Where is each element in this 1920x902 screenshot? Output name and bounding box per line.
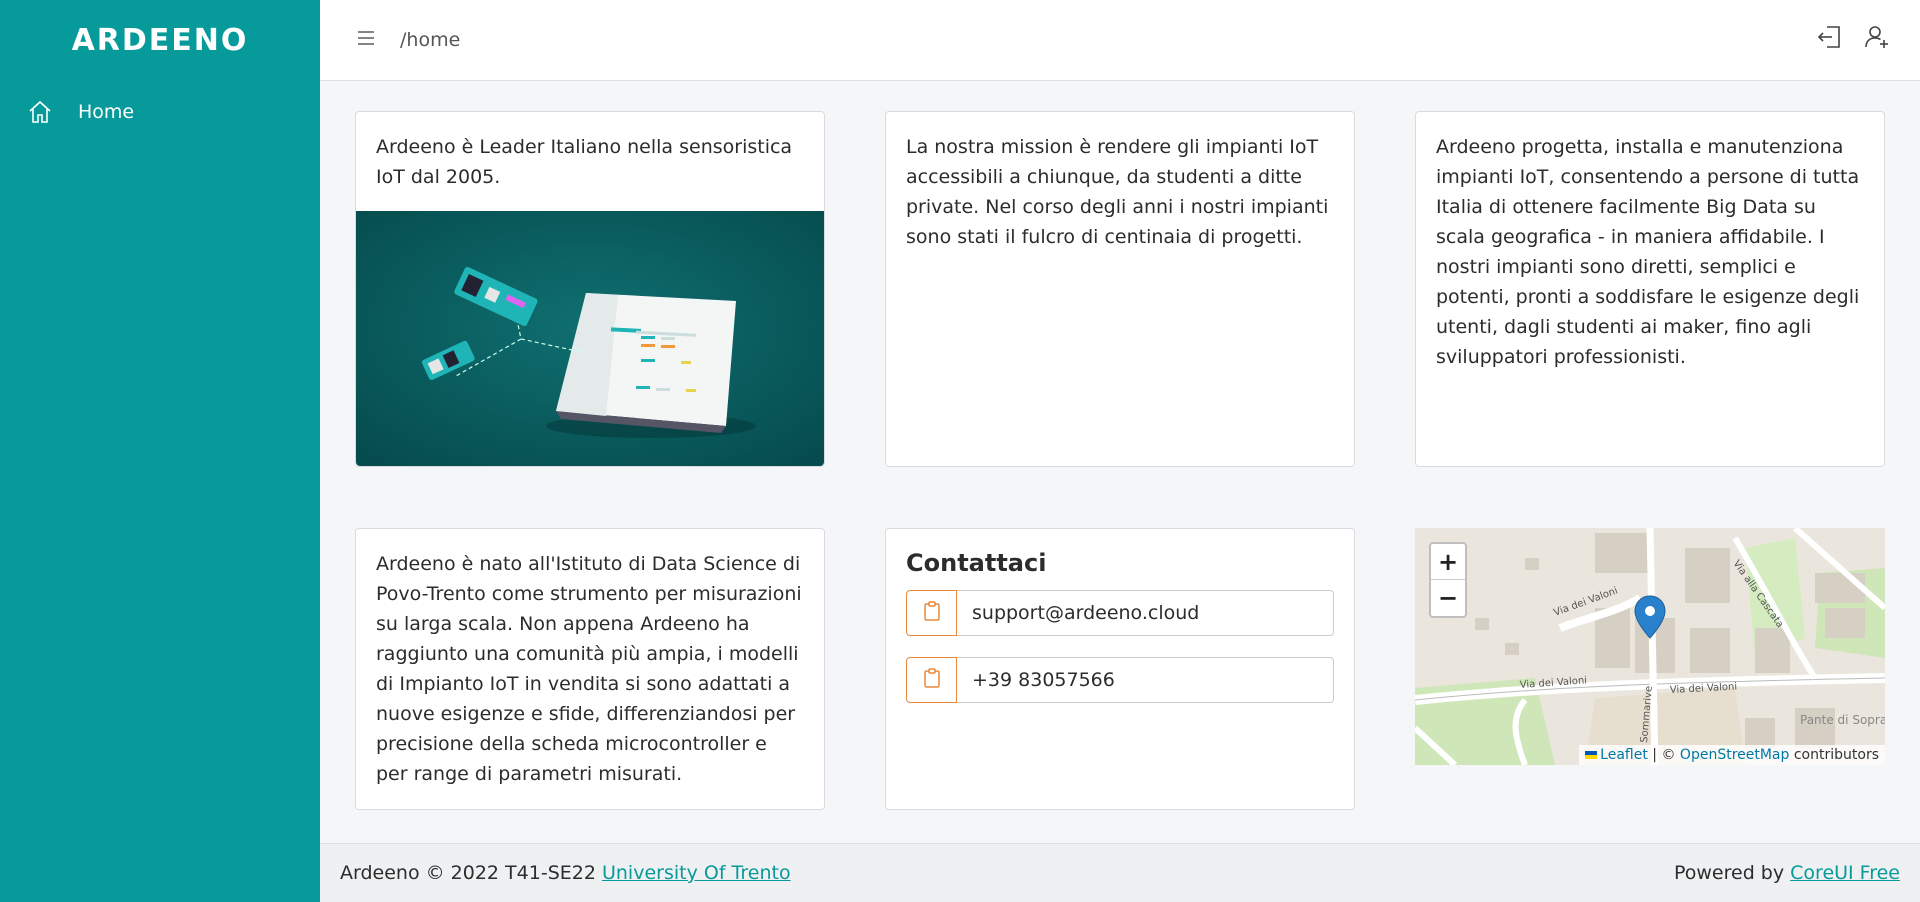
copy-email-button[interactable] bbox=[906, 590, 957, 636]
footer: Ardeeno © 2022 T41-SE22 University Of Tr… bbox=[320, 843, 1920, 902]
copy-phone-button[interactable] bbox=[906, 657, 957, 703]
clipboard-icon bbox=[923, 601, 941, 625]
add-user-icon bbox=[1863, 23, 1891, 55]
zoom-out-button[interactable]: − bbox=[1431, 580, 1465, 616]
phone-field[interactable] bbox=[957, 657, 1334, 703]
email-field[interactable] bbox=[957, 590, 1334, 636]
sidebar: ARDEENO Home bbox=[0, 0, 320, 902]
clipboard-icon bbox=[923, 668, 941, 692]
intro-card: Ardeeno è Leader Italiano nella sensoris… bbox=[355, 111, 825, 467]
breadcrumb: /home bbox=[400, 29, 461, 51]
map[interactable]: Via dei Valoni Via dei Valoni Via dei Va… bbox=[1415, 528, 1885, 765]
map-attribution: Leaflet | © OpenStreetMap contributors bbox=[1579, 745, 1885, 765]
sidebar-item-home[interactable]: Home bbox=[0, 80, 320, 144]
logout-icon bbox=[1815, 23, 1843, 55]
mission-card: La nostra mission è rendere gli impianti… bbox=[885, 111, 1355, 467]
copyright-text: Ardeeno © 2022 T41-SE22 bbox=[340, 862, 596, 884]
leaflet-link[interactable]: Leaflet bbox=[1600, 747, 1648, 763]
add-user-button[interactable] bbox=[1862, 24, 1892, 54]
coreui-link[interactable]: CoreUI Free bbox=[1790, 862, 1900, 884]
history-text: Ardeeno è nato all'Istituto di Data Scie… bbox=[376, 553, 802, 785]
ukraine-flag-icon bbox=[1585, 751, 1598, 759]
services-card: Ardeeno progetta, installa e manutenzion… bbox=[1415, 111, 1885, 467]
hamburger-icon bbox=[356, 29, 376, 51]
place-label: Pante di Sopra bbox=[1800, 713, 1885, 727]
attribution-separator: | © bbox=[1652, 747, 1676, 763]
logout-button[interactable] bbox=[1814, 24, 1844, 54]
header: /home bbox=[320, 0, 1920, 81]
mission-text: La nostra mission è rendere gli impianti… bbox=[906, 136, 1329, 248]
attribution-suffix: contributors bbox=[1793, 747, 1879, 763]
history-card: Ardeeno è nato all'Istituto di Data Scie… bbox=[355, 528, 825, 810]
footer-right: Powered by CoreUI Free bbox=[1674, 862, 1900, 884]
sidebar-item-label: Home bbox=[78, 101, 135, 123]
zoom-control: + − bbox=[1429, 542, 1467, 618]
menu-toggle-button[interactable] bbox=[352, 26, 380, 54]
university-link[interactable]: University Of Trento bbox=[602, 862, 791, 884]
contact-card: Contattaci bbox=[885, 528, 1355, 810]
zoom-in-button[interactable]: + bbox=[1431, 544, 1465, 580]
intro-text: Ardeeno è Leader Italiano nella sensoris… bbox=[376, 136, 793, 188]
phone-row bbox=[906, 657, 1334, 703]
map-tiles: Via dei Valoni Via dei Valoni Via dei Va… bbox=[1415, 528, 1885, 765]
brand-logo[interactable]: ARDEENO bbox=[0, 0, 320, 80]
contact-title: Contattaci bbox=[906, 549, 1047, 577]
osm-link[interactable]: OpenStreetMap bbox=[1680, 747, 1789, 763]
services-text: Ardeeno progetta, installa e manutenzion… bbox=[1436, 136, 1860, 368]
email-row bbox=[906, 590, 1334, 636]
home-icon bbox=[26, 98, 54, 126]
footer-left: Ardeeno © 2022 T41-SE22 University Of Tr… bbox=[340, 862, 791, 884]
hero-illustration bbox=[356, 211, 824, 466]
header-actions bbox=[1814, 24, 1892, 54]
powered-by-text: Powered by bbox=[1673, 862, 1785, 884]
